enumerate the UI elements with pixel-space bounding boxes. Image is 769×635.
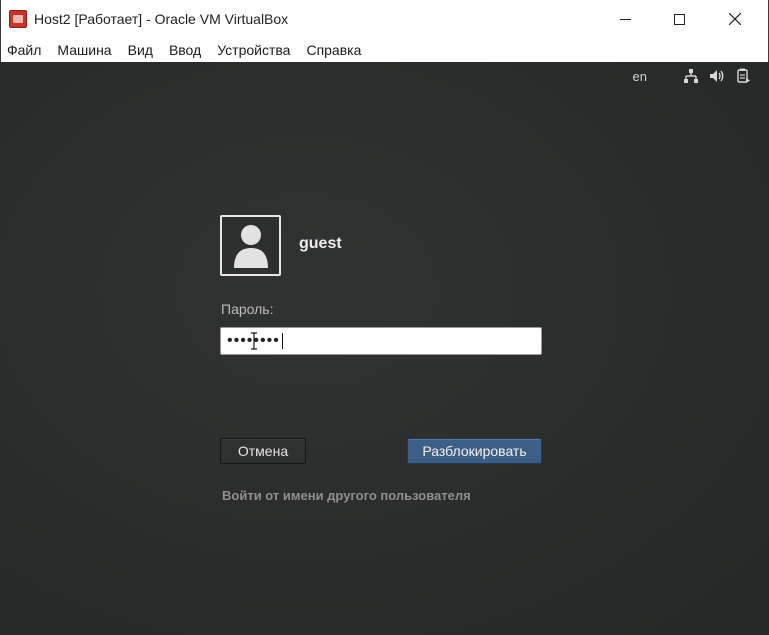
menu-machine[interactable]: Машина [57, 42, 111, 58]
maximize-icon [673, 13, 685, 25]
username-label: guest [299, 235, 342, 252]
window-titlebar: Host2 [Работает] - Oracle VM VirtualBox [0, 0, 769, 38]
vm-display[interactable]: en guest Пароль: •• [0, 62, 769, 635]
unlock-button[interactable]: Разблокировать [407, 438, 542, 464]
menu-file[interactable]: Файл [7, 42, 41, 58]
maximize-button[interactable] [655, 0, 703, 38]
virtualbox-icon [9, 10, 27, 28]
user-icon [233, 224, 268, 268]
close-button[interactable] [711, 0, 759, 38]
window-title: Host2 [Работает] - Oracle VM VirtualBox [34, 11, 289, 27]
ibeam-cursor-icon [251, 332, 257, 350]
password-label: Пароль: [221, 301, 274, 317]
menu-help[interactable]: Справка [306, 42, 361, 58]
menu-devices[interactable]: Устройства [217, 42, 290, 58]
password-input[interactable]: •••••••• [220, 327, 542, 355]
guest-status-area[interactable]: en [633, 68, 751, 84]
minimize-icon [619, 18, 631, 20]
volume-icon[interactable] [709, 68, 725, 84]
network-icon[interactable] [683, 68, 699, 84]
power-menu-icon[interactable] [735, 68, 751, 84]
user-avatar [220, 215, 281, 276]
menu-bar: Файл Машина Вид Ввод Устройства Справка [0, 38, 769, 62]
switch-user-link[interactable]: Войти от имени другого пользователя [222, 488, 471, 503]
menu-input[interactable]: Ввод [169, 42, 201, 58]
text-caret [281, 333, 283, 349]
close-icon [729, 13, 741, 25]
cancel-button[interactable]: Отмена [220, 438, 306, 464]
keyboard-layout-indicator[interactable]: en [633, 69, 647, 84]
minimize-button[interactable] [601, 0, 649, 38]
menu-view[interactable]: Вид [128, 42, 153, 58]
